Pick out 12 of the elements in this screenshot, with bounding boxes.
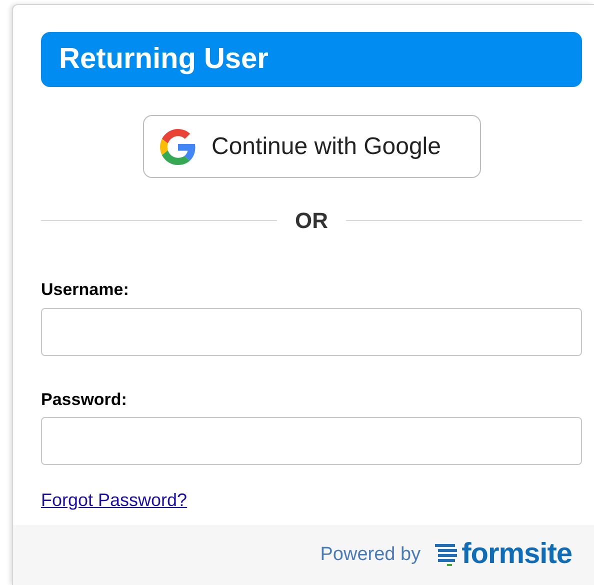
brand-wordmark: formsite — [462, 537, 572, 572]
input-field[interactable] — [41, 308, 582, 356]
section-title: Returning User — [59, 42, 268, 77]
or-divider-label: OR — [295, 207, 328, 235]
input-field[interactable] — [41, 417, 582, 465]
field-label: Password: — [41, 388, 128, 410]
forgot-password-link[interactable]: Forgot Password? — [41, 490, 188, 510]
field-label: Username: — [41, 279, 130, 301]
google-logo-icon — [160, 128, 196, 164]
powered-by-text: Powered by — [320, 542, 421, 567]
google-sign-in-button[interactable]: Continue with Google — [142, 115, 480, 178]
stacked-lines-icon — [434, 543, 457, 567]
